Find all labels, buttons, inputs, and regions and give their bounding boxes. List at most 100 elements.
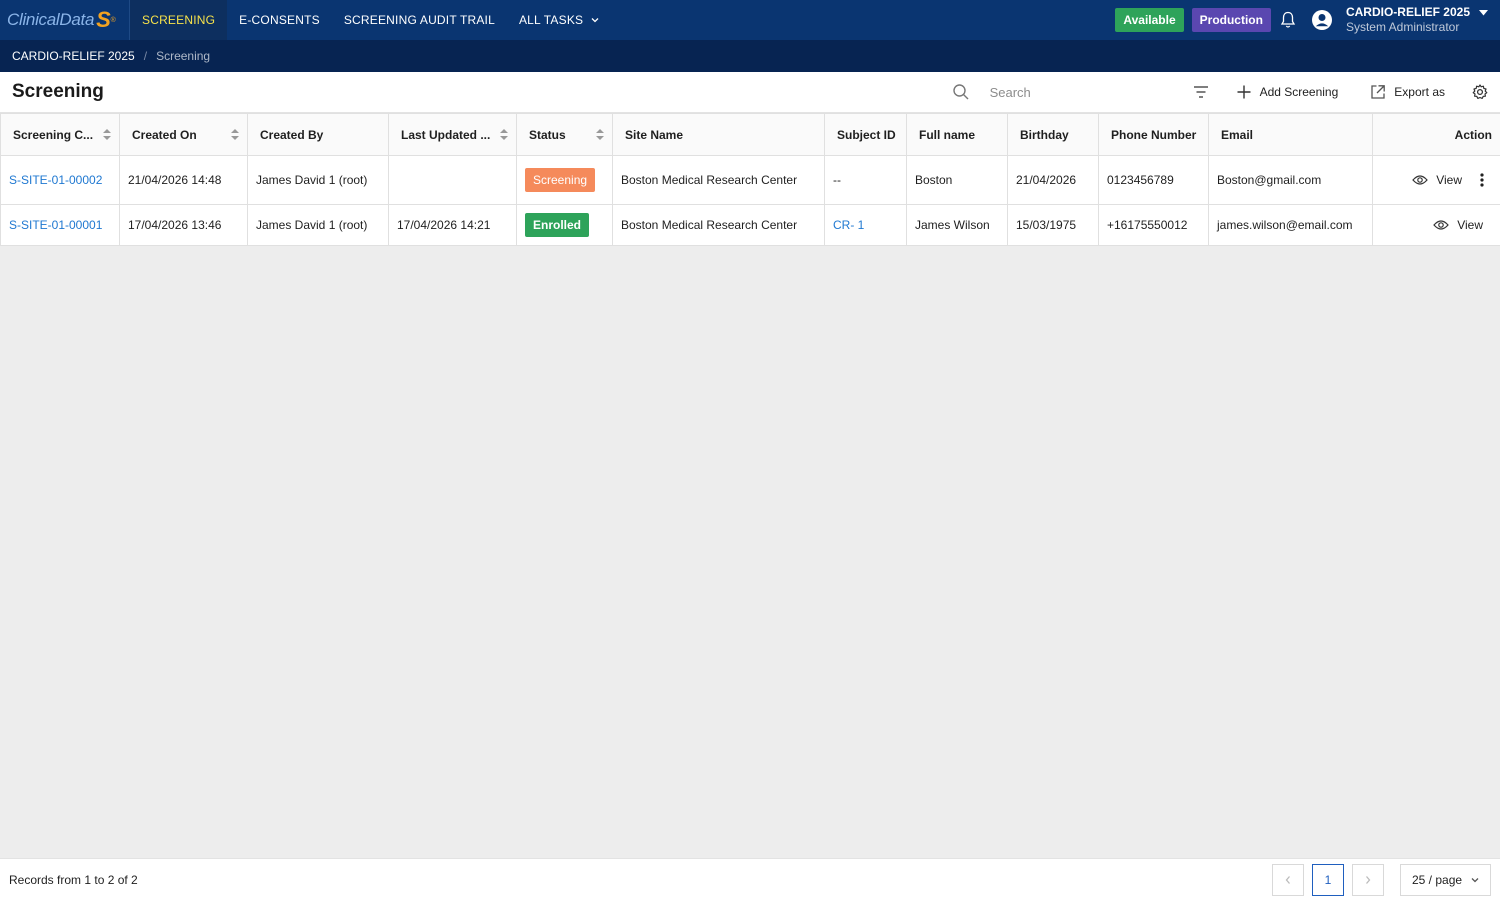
col-last-updated[interactable]: Last Updated ... xyxy=(388,113,517,156)
cell-status: Enrolled xyxy=(516,204,613,246)
sort-icon xyxy=(103,129,111,140)
cell-site-name: Boston Medical Research Center xyxy=(612,155,825,205)
col-label: Status xyxy=(529,127,566,142)
cell-created-on: 21/04/2026 14:48 xyxy=(119,155,248,205)
nav-e-consents-label: E-CONSENTS xyxy=(239,13,320,27)
subject-id-link[interactable]: CR- 1 xyxy=(833,218,864,232)
pagination: 1 25 / page xyxy=(1264,863,1500,896)
plus-icon xyxy=(1237,85,1251,99)
avatar-icon[interactable] xyxy=(1311,9,1333,31)
nav-e-consents[interactable]: E-CONSENTS xyxy=(227,0,332,40)
sort-icon xyxy=(596,129,604,140)
view-button[interactable]: View xyxy=(1433,218,1483,232)
search-icon xyxy=(952,83,970,101)
cell-subject-id: -- xyxy=(824,155,907,205)
col-phone-number[interactable]: Phone Number xyxy=(1098,113,1209,156)
cell-email: james.wilson@email.com xyxy=(1208,204,1373,246)
screening-table: Screening C... Created On Created By Las… xyxy=(0,113,1500,246)
top-nav: ClinicalData S ® SCREENING E-CONSENTS SCRE… xyxy=(0,0,1500,40)
cell-email: Boston@gmail.com xyxy=(1208,155,1373,205)
gear-icon[interactable] xyxy=(1471,83,1489,101)
screening-code-link[interactable]: S-SITE-01-00001 xyxy=(9,218,102,232)
export-icon xyxy=(1371,85,1386,99)
page-number-button[interactable]: 1 xyxy=(1312,863,1344,896)
chevron-right-icon xyxy=(1366,875,1371,884)
cell-status: Screening xyxy=(516,155,613,205)
cell-created-by: James David 1 (root) xyxy=(247,155,389,205)
cell-phone: 0123456789 xyxy=(1098,155,1209,205)
view-button[interactable]: View xyxy=(1412,173,1462,187)
col-birthday[interactable]: Birthday xyxy=(1007,113,1099,156)
page-size-select[interactable]: 25 / page xyxy=(1400,863,1491,896)
export-button[interactable]: Export as xyxy=(1370,84,1445,100)
table-header-row: Screening C... Created On Created By Las… xyxy=(0,113,1500,156)
col-site-name[interactable]: Site Name xyxy=(612,113,825,156)
nav-all-tasks-label: ALL TASKS xyxy=(518,13,584,27)
row-actions: View xyxy=(1381,173,1492,187)
breadcrumb-study[interactable]: CARDIO-RELIEF 2025 xyxy=(12,49,135,63)
clinicaldata-logo[interactable]: ClinicalData S ® xyxy=(0,0,130,40)
table-row: S-SITE-01-00001 17/04/2026 13:46 James D… xyxy=(0,204,1500,246)
col-label: Created On xyxy=(132,127,197,142)
bell-icon[interactable] xyxy=(1279,10,1297,30)
eye-icon xyxy=(1412,175,1429,185)
page-title: Screening xyxy=(12,81,104,102)
filter-icon[interactable] xyxy=(1192,83,1210,101)
cell-screening-code[interactable]: S-SITE-01-00001 xyxy=(0,204,120,246)
cell-last-updated xyxy=(388,155,517,205)
col-email[interactable]: Email xyxy=(1208,113,1373,156)
nav-screening-audit-trail[interactable]: SCREENING AUDIT TRAIL xyxy=(332,0,507,40)
cell-full-name: James Wilson xyxy=(906,204,1008,246)
more-vertical-icon[interactable] xyxy=(1480,173,1484,187)
logo-s-mark: S xyxy=(96,7,111,32)
row-actions: View xyxy=(1381,218,1492,232)
col-label: Last Updated ... xyxy=(401,127,491,142)
screening-code-link[interactable]: S-SITE-01-00002 xyxy=(9,173,102,187)
next-page-button[interactable] xyxy=(1352,863,1384,896)
prev-page-button[interactable] xyxy=(1272,863,1304,896)
logo-text: ClinicalData xyxy=(7,10,95,29)
sort-icon xyxy=(500,129,508,140)
page-toolbar: Screening Add Screening Export as xyxy=(0,72,1500,113)
search-box xyxy=(952,83,1184,101)
nav-screening[interactable]: SCREENING xyxy=(130,0,228,40)
nav-all-tasks[interactable]: ALL TASKS xyxy=(507,0,612,40)
col-label: Screening C... xyxy=(13,127,94,142)
table-footer: Records from 1 to 2 of 2 1 25 / page xyxy=(0,858,1500,900)
add-screening-button[interactable]: Add Screening xyxy=(1236,84,1338,100)
status-badge: Screening xyxy=(525,168,596,192)
col-subject-id[interactable]: Subject ID xyxy=(824,113,907,156)
cell-birthday: 21/04/2026 xyxy=(1007,155,1099,205)
status-badge: Enrolled xyxy=(525,213,590,237)
cell-last-updated: 17/04/2026 14:21 xyxy=(388,204,517,246)
cell-subject-id[interactable]: CR- 1 xyxy=(824,204,907,246)
production-badge: Production xyxy=(1191,8,1271,32)
cell-full-name: Boston xyxy=(906,155,1008,205)
cell-phone: +16175550012 xyxy=(1098,204,1209,246)
col-label: Phone Number xyxy=(1111,127,1197,142)
col-created-on[interactable]: Created On xyxy=(119,113,248,156)
chevron-left-icon xyxy=(1285,875,1290,884)
cell-screening-code[interactable]: S-SITE-01-00002 xyxy=(0,155,120,205)
col-label: Birthday xyxy=(1020,127,1069,142)
col-screening-code[interactable]: Screening C... xyxy=(0,113,120,156)
user-study-label: CARDIO-RELIEF 2025 xyxy=(1345,5,1470,19)
export-label: Export as xyxy=(1394,85,1445,99)
search-input[interactable] xyxy=(989,84,1180,100)
nav-audit-trail-label: SCREENING AUDIT TRAIL xyxy=(343,13,495,27)
col-full-name[interactable]: Full name xyxy=(906,113,1008,156)
view-label: View xyxy=(1436,173,1462,187)
col-label: Email xyxy=(1221,127,1254,142)
col-created-by[interactable]: Created By xyxy=(247,113,389,156)
user-menu[interactable]: CARDIO-RELIEF 2025 System Administrator xyxy=(1333,5,1500,35)
records-count: Records from 1 to 2 of 2 xyxy=(9,872,138,887)
breadcrumb: CARDIO-RELIEF 2025 / Screening xyxy=(0,40,1500,72)
col-status[interactable]: Status xyxy=(516,113,613,156)
nav-screening-label: SCREENING xyxy=(142,13,216,27)
view-label: View xyxy=(1457,218,1483,232)
col-label: Full name xyxy=(919,127,976,142)
col-label: Subject ID xyxy=(837,127,896,142)
available-badge: Available xyxy=(1115,8,1184,32)
caret-down-icon xyxy=(1479,9,1488,16)
breadcrumb-current: Screening xyxy=(156,49,211,63)
